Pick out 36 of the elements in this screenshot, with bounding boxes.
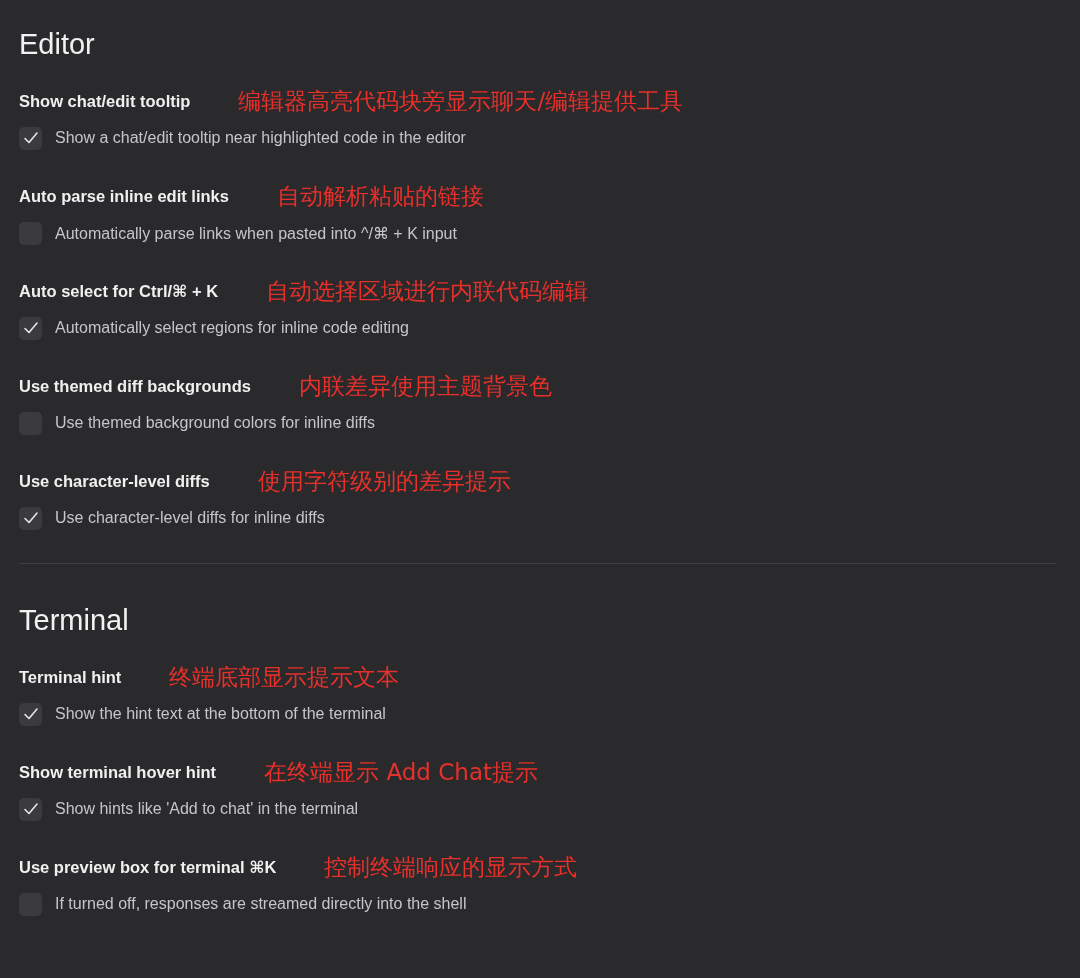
annotation-text: 编辑器高亮代码块旁显示聊天/编辑提供工具 <box>238 86 684 116</box>
setting-description: Automatically parse links when pasted into ^/⌘ + K input <box>55 223 457 243</box>
setting-label: Show chat/edit tooltip <box>19 91 191 111</box>
check-icon <box>22 802 39 816</box>
annotation-text: 使用字符级别的差异提示 <box>257 466 511 496</box>
setting-label: Use themed diff backgrounds <box>19 376 251 396</box>
annotation-text: 终端底部显示提示文本 <box>169 662 400 692</box>
setting-label: Terminal hint <box>19 667 122 687</box>
checkbox[interactable] <box>19 126 42 150</box>
check-icon <box>22 511 39 525</box>
setting-label: Auto select for Ctrl/⌘ + K <box>19 281 219 301</box>
section-title: Terminal <box>19 603 130 638</box>
checkbox[interactable] <box>19 702 42 726</box>
setting-label: Use preview box for terminal ⌘K <box>19 857 277 877</box>
setting-description: Use character-level diffs for inline diffs <box>55 509 325 527</box>
setting-description: Show a chat/edit tooltip near highlighted code in the editor <box>55 129 466 147</box>
checkbox[interactable] <box>19 797 42 821</box>
setting-description: Show hints like 'Add to chat' in the terminal <box>55 800 359 818</box>
annotation-text: 内联差异使用主题背景色 <box>298 371 552 401</box>
check-icon <box>22 321 39 335</box>
annotation-text: 控制终端响应的显示方式 <box>324 852 578 882</box>
setting-description: Automatically select regions for inline code editing <box>55 319 409 337</box>
annotation-text: 自动选择区域进行内联代码编辑 <box>266 276 589 306</box>
annotation-text: 在终端显示 Add Chat提示 <box>264 757 538 787</box>
annotation-text: 自动解析粘贴的链接 <box>276 181 484 211</box>
setting-description: Use themed background colors for inline diffs <box>55 414 375 432</box>
checkbox[interactable] <box>19 316 42 340</box>
section-title: Editor <box>19 27 96 62</box>
setting-label: Show terminal hover hint <box>19 762 217 782</box>
setting-description: Show the hint text at the bottom of the terminal <box>55 705 386 723</box>
setting-description: If turned off, responses are streamed directly into the shell <box>55 895 467 913</box>
check-icon <box>22 131 39 145</box>
checkbox[interactable] <box>19 506 42 530</box>
setting-label: Use character-level diffs <box>19 471 210 491</box>
setting-label: Auto parse inline edit links <box>19 186 229 206</box>
check-icon <box>22 707 39 721</box>
